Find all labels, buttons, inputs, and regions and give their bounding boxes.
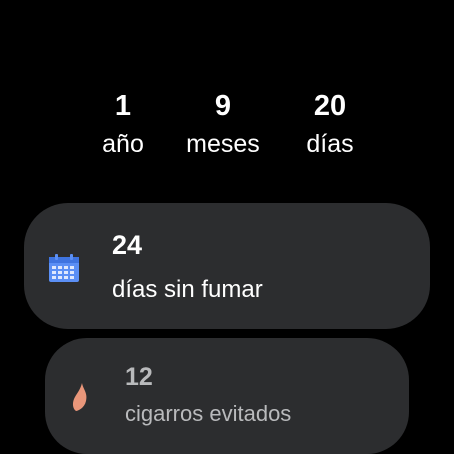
- months-counter: 9 meses: [178, 88, 268, 161]
- years-value: 1: [114, 90, 132, 122]
- smoke-free-days-card[interactable]: 24 días sin fumar: [24, 203, 430, 329]
- flame-icon: [72, 383, 87, 411]
- months-unit: meses: [186, 130, 260, 158]
- years-unit: año: [102, 130, 144, 158]
- days-unit: días: [306, 130, 354, 158]
- calendar-icon: [49, 254, 79, 282]
- cigarettes-avoided-label: cigarros evitados: [125, 401, 292, 426]
- smoke-free-days-label: días sin fumar: [112, 276, 263, 303]
- days-value: 20: [313, 90, 347, 122]
- months-value: 9: [214, 90, 232, 122]
- years-counter: 1 año: [78, 88, 168, 161]
- cigarettes-avoided-value: 12: [125, 363, 153, 391]
- days-counter: 20 días: [285, 88, 375, 161]
- cigarettes-avoided-card[interactable]: 12 cigarros evitados: [45, 338, 409, 454]
- smoke-free-days-value: 24: [112, 230, 143, 260]
